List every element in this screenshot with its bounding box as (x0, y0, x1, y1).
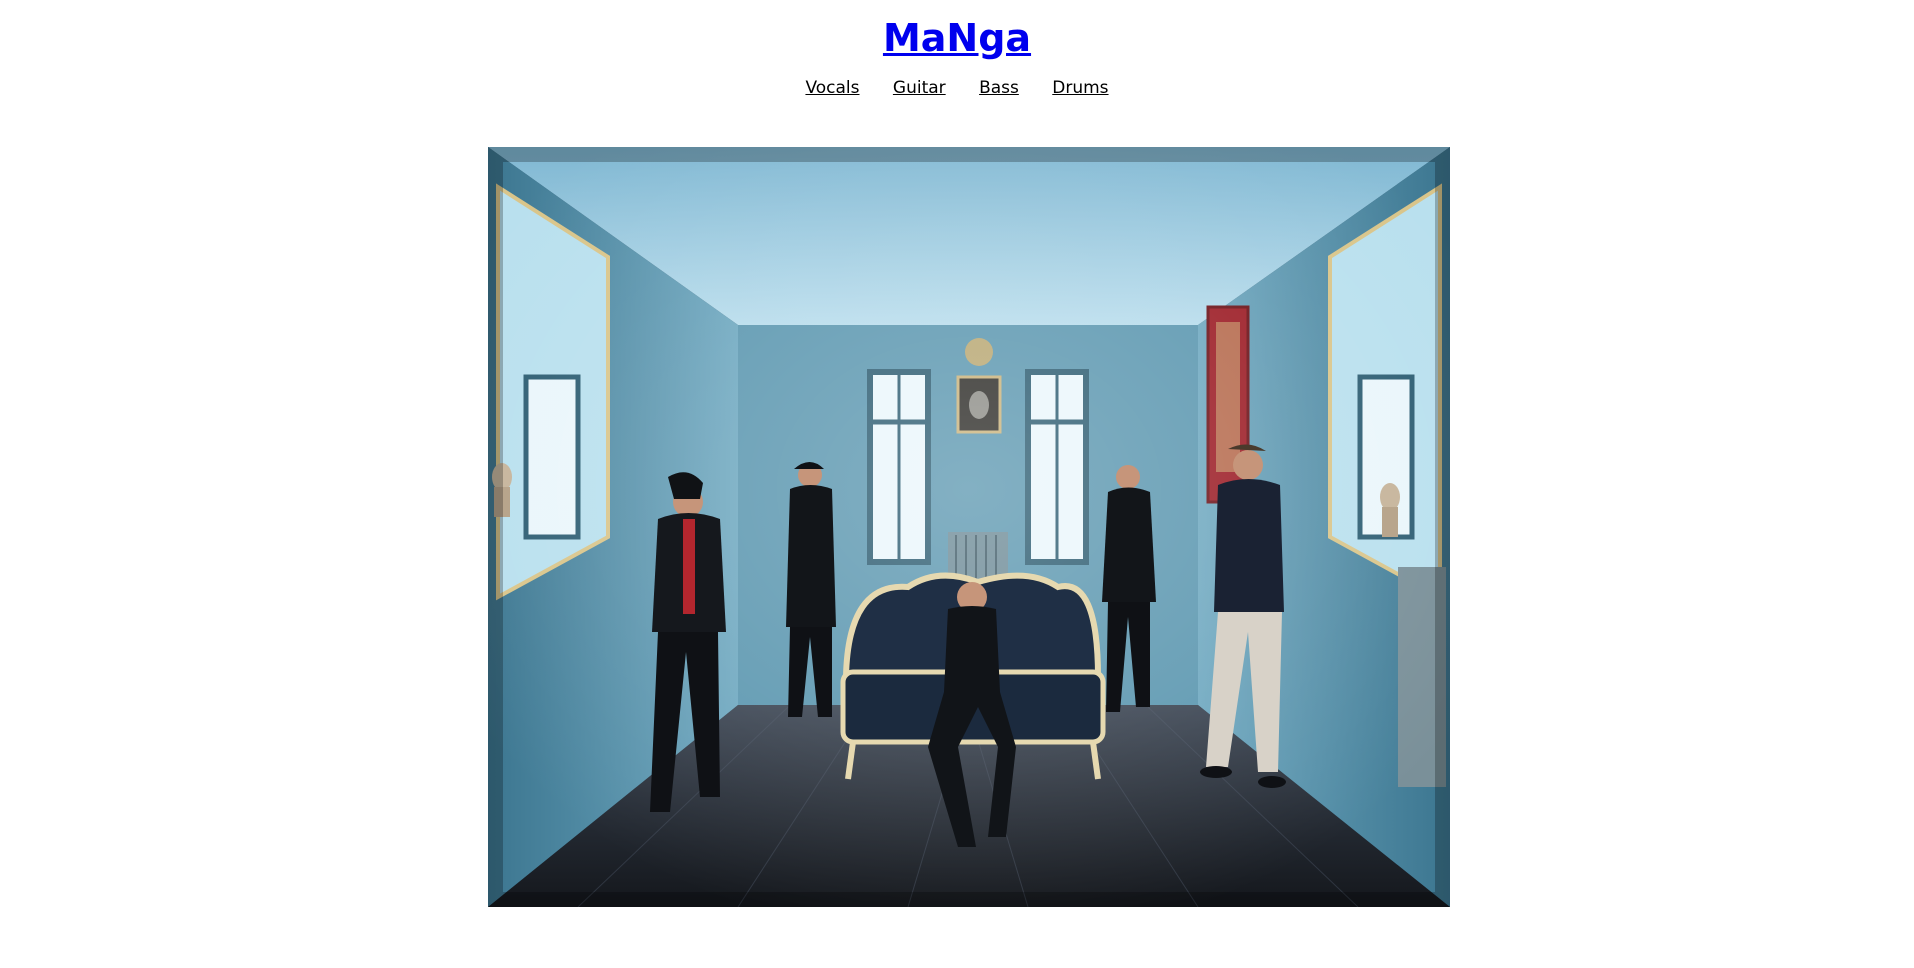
bust-right (1380, 483, 1400, 537)
nav-link-vocals[interactable]: Vocals (805, 78, 859, 98)
page: MaNga Vocals Guitar Bass Drums (0, 0, 1914, 968)
site-title: MaNga (0, 14, 1914, 62)
site-title-link[interactable]: MaNga (883, 16, 1031, 60)
band-photo (488, 147, 1450, 907)
nav-link-drums[interactable]: Drums (1052, 78, 1108, 98)
nav-link-bass[interactable]: Bass (979, 78, 1019, 98)
nav-link-guitar[interactable]: Guitar (893, 78, 946, 98)
main-nav: Vocals Guitar Bass Drums (0, 76, 1914, 100)
band-photo-illustration (488, 147, 1450, 907)
